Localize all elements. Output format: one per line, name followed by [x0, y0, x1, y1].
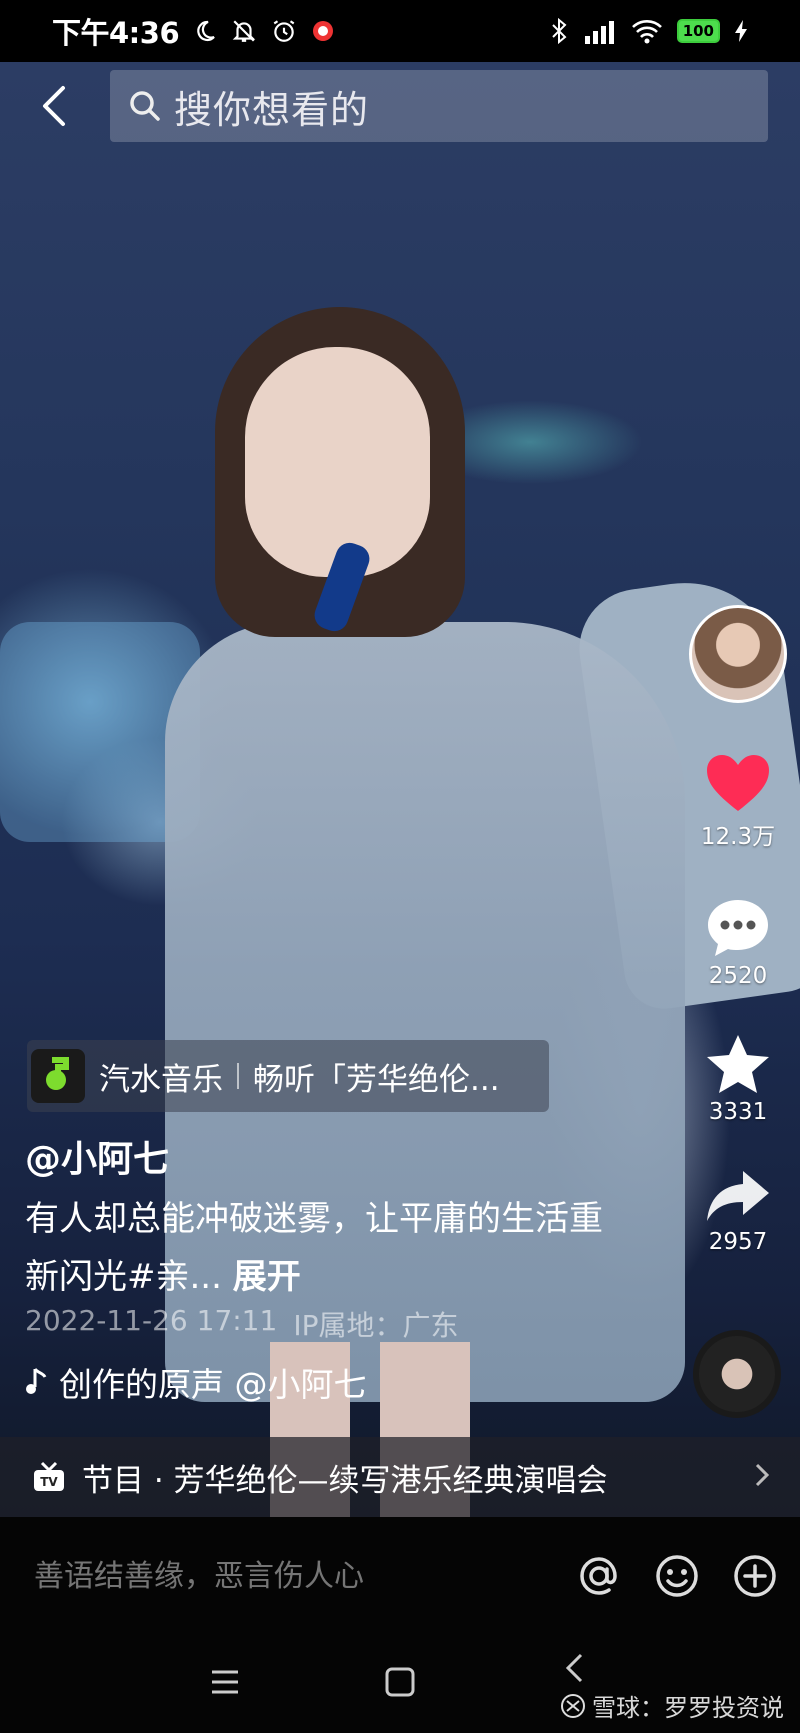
music-track-name: 畅听「芳华绝伦... — [253, 1061, 500, 1098]
video-description: 有人却总能冲破迷雾，让平庸的生活重新闪光#亲... 展开 — [25, 1190, 605, 1306]
divider — [237, 1063, 239, 1089]
search-bar[interactable]: 搜你想看的 — [110, 70, 768, 142]
plus-circle-icon — [734, 1555, 776, 1597]
favorite-count: 3331 — [708, 1099, 768, 1125]
program-bar[interactable]: TV 节目 · 芳华绝伦—续写港乐经典演唱会 — [0, 1437, 800, 1517]
program-label: 节目 · 芳华绝伦—续写港乐经典演唱会 — [82, 1462, 608, 1499]
music-disc[interactable] — [693, 1330, 781, 1418]
back-triangle-icon — [565, 1653, 583, 1683]
bluetooth-icon — [549, 18, 569, 44]
alarm-icon — [271, 18, 297, 44]
sound-row[interactable]: 创作的原声 @小阿七 — [25, 1360, 395, 1404]
music-tag[interactable]: 汽水音乐 畅听「芳华绝伦... — [27, 1040, 549, 1112]
moon-icon — [193, 19, 217, 43]
like-button[interactable]: 12.3万 — [701, 753, 775, 851]
status-time: 下午4:36 — [52, 16, 180, 50]
music-note-icon — [25, 1367, 47, 1397]
mention-button[interactable] — [574, 1551, 624, 1601]
search-placeholder: 搜你想看的 — [174, 87, 370, 132]
expand-button[interactable]: 展开 — [233, 1257, 301, 1297]
home-square-icon — [385, 1667, 415, 1697]
comment-count: 2520 — [708, 963, 768, 989]
chevron-left-icon — [43, 86, 65, 126]
home-nav-button[interactable] — [375, 1657, 425, 1707]
emoji-icon — [656, 1555, 698, 1597]
heart-icon — [707, 755, 769, 811]
star-icon — [707, 1035, 769, 1093]
back-button[interactable] — [32, 78, 76, 134]
comment-button[interactable]: 2520 — [705, 897, 771, 989]
bell-off-icon — [231, 18, 257, 44]
share-count: 2957 — [708, 1229, 768, 1255]
music-app-name: 汽水音乐 — [99, 1061, 223, 1098]
ip-location: IP属地：广东 — [293, 1309, 459, 1342]
comment-icon — [708, 900, 768, 956]
watermark-text: 雪球：罗罗投资说 — [592, 1694, 784, 1722]
like-count: 12.3万 — [700, 824, 776, 850]
wifi-icon — [631, 18, 663, 44]
xueqiu-logo-icon — [560, 1693, 586, 1719]
add-button[interactable] — [730, 1551, 780, 1601]
author-avatar[interactable] — [689, 605, 787, 703]
chevron-right-icon — [754, 1462, 770, 1492]
comment-bar — [0, 1517, 800, 1635]
video-meta: 2022-11-26 17:11 IP属地：广东 — [25, 1304, 458, 1344]
share-icon — [707, 1171, 769, 1221]
signal-icon — [583, 18, 617, 44]
charging-icon — [734, 19, 748, 43]
share-button[interactable]: 2957 — [705, 1169, 771, 1255]
sound-text: 创作的原声 @小阿七 — [59, 1365, 367, 1404]
watermark: 雪球：罗罗投资说 — [560, 1688, 784, 1723]
favorite-button[interactable]: 3331 — [705, 1033, 771, 1125]
qishui-music-logo-icon — [31, 1049, 85, 1103]
publish-date: 2022-11-26 17:11 — [25, 1304, 278, 1337]
svg-text:TV: TV — [40, 1475, 58, 1489]
app-notification-icon — [311, 19, 335, 43]
search-icon — [128, 89, 162, 123]
emoji-button[interactable] — [652, 1551, 702, 1601]
menu-icon — [212, 1670, 238, 1694]
status-bar: 下午4:36 100 — [0, 0, 800, 62]
menu-nav-button[interactable] — [200, 1657, 250, 1707]
battery-icon: 100 — [676, 19, 720, 43]
author-name[interactable]: @小阿七 — [25, 1130, 169, 1182]
tv-icon: TV — [32, 1461, 66, 1493]
description-text: 有人却总能冲破迷雾，让平庸的生活重新闪光#亲... — [25, 1199, 603, 1297]
comment-input[interactable] — [34, 1558, 534, 1594]
back-nav-button[interactable] — [550, 1643, 600, 1693]
action-column: 12.3万 2520 3331 2957 — [688, 605, 788, 1255]
at-icon — [580, 1557, 617, 1595]
